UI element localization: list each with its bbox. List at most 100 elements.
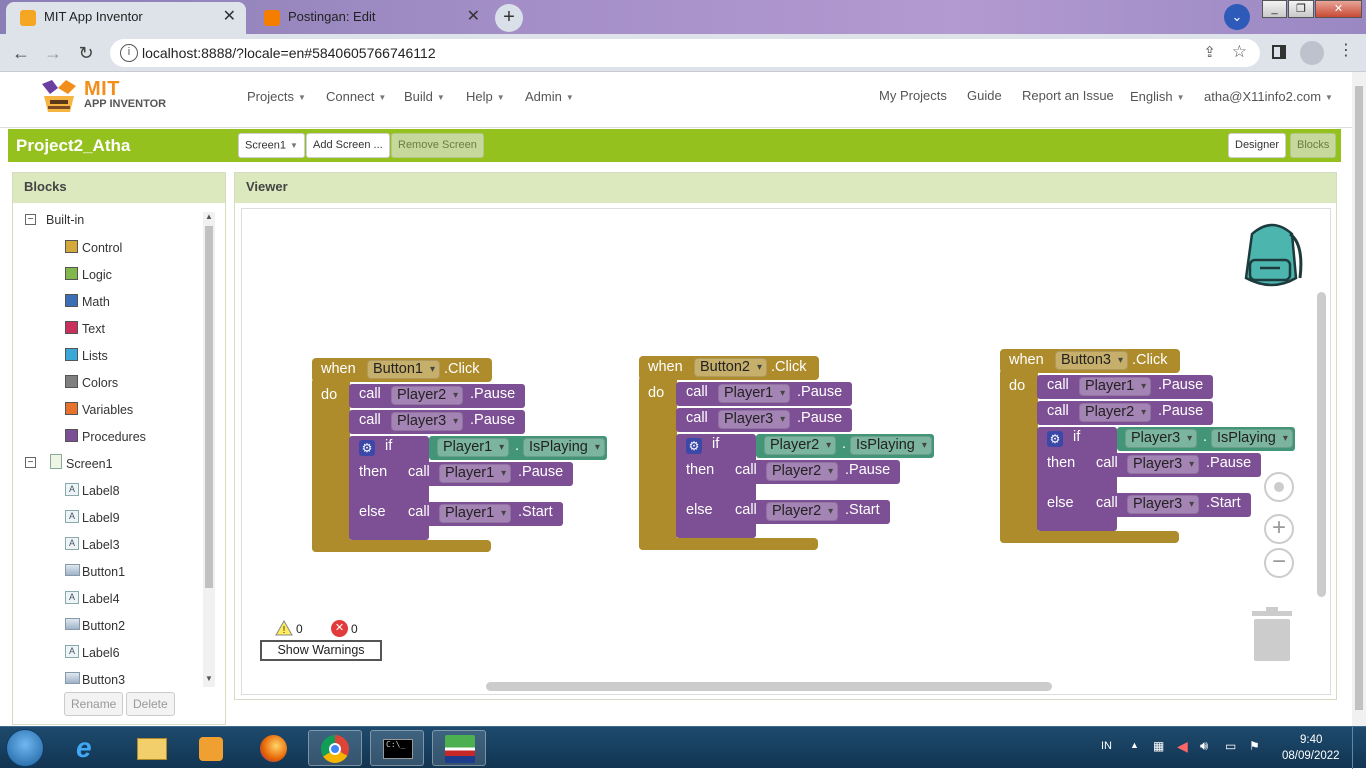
isplaying-getter-block[interactable]: Player1.IsPlaying — [429, 436, 607, 460]
tray-expand-icon[interactable]: ▲ — [1130, 740, 1139, 750]
tree-scroll-thumb[interactable] — [205, 226, 213, 588]
profile-avatar[interactable] — [1300, 41, 1324, 65]
player-dropdown[interactable]: Player1 — [718, 384, 791, 403]
mutator-gear-icon[interactable]: ⚙ — [686, 438, 702, 454]
remove-screen-button[interactable]: Remove Screen — [391, 133, 484, 158]
designer-button[interactable]: Designer — [1228, 133, 1287, 158]
player-dropdown[interactable]: Player3 — [1127, 455, 1200, 474]
drawer-lists[interactable]: Lists — [82, 349, 108, 363]
side-panel-icon[interactable] — [1272, 45, 1286, 59]
minimize-button[interactable]: _ — [1262, 0, 1287, 18]
taskbar-app-icon[interactable] — [432, 730, 486, 766]
tray-display-icon[interactable]: ▭ — [1225, 739, 1236, 753]
mit-logo-icon[interactable] — [36, 78, 82, 118]
component-label6[interactable]: Label6 — [82, 646, 120, 660]
workspace-v-scrollbar[interactable] — [1317, 292, 1326, 597]
menu-build[interactable]: Build ▼ — [404, 89, 445, 104]
player-dropdown[interactable]: Player2 — [391, 386, 464, 405]
player-dropdown[interactable]: Player2 — [1079, 403, 1152, 422]
event-block-button2-click[interactable]: whenButton2.ClickdocallPlayer1.Pausecall… — [639, 356, 939, 552]
call-pause-block[interactable]: call Player3 .Pause — [349, 410, 525, 434]
taskbar-explorer-icon[interactable] — [124, 730, 178, 766]
workspace-h-scrollbar[interactable] — [486, 682, 1052, 691]
call-pause-block[interactable]: call Player1 .Pause — [399, 462, 573, 486]
player-dropdown[interactable]: Player1 — [439, 504, 512, 523]
tree-screen1[interactable]: Screen1 — [66, 457, 113, 471]
drawer-logic[interactable]: Logic — [82, 268, 112, 282]
clock-date[interactable]: 08/09/2022 — [1282, 750, 1340, 762]
menu-projects[interactable]: Projects ▼ — [247, 89, 306, 104]
drawer-colors[interactable]: Colors — [82, 376, 118, 390]
property-dropdown[interactable]: IsPlaying — [1211, 429, 1293, 448]
url-field[interactable]: i localhost:8888/?locale=en#584060576674… — [110, 39, 1260, 67]
delete-button[interactable]: Delete — [126, 692, 175, 716]
page-scroll-thumb[interactable] — [1355, 86, 1363, 710]
maximize-button[interactable]: ❐ — [1288, 0, 1314, 18]
component-label3[interactable]: Label3 — [82, 538, 120, 552]
tree-builtin[interactable]: Built-in — [46, 213, 84, 227]
scroll-down-icon[interactable]: ▼ — [205, 674, 213, 683]
player-dropdown[interactable]: Player1 — [439, 464, 512, 483]
call-pause-block[interactable]: call Player3 .Pause — [676, 408, 852, 432]
add-screen-button[interactable]: Add Screen ... — [306, 133, 390, 158]
event-block-button3-click[interactable]: whenButton3.ClickdocallPlayer1.Pausecall… — [1000, 349, 1300, 545]
drawer-math[interactable]: Math — [82, 295, 110, 309]
component-label4[interactable]: Label4 — [82, 592, 120, 606]
menu-account[interactable]: atha@X11info2.com ▼ — [1204, 89, 1333, 104]
blocks-button[interactable]: Blocks — [1290, 133, 1337, 158]
call-start-block[interactable]: call Player2 .Start — [726, 500, 890, 524]
call-start-block[interactable]: call Player1 .Start — [399, 502, 563, 526]
isplaying-getter-block[interactable]: Player3.IsPlaying — [1117, 427, 1295, 451]
call-pause-block[interactable]: call Player1 .Pause — [676, 382, 852, 406]
player-dropdown[interactable]: Player3 — [718, 410, 791, 429]
component-button3[interactable]: Button3 — [82, 673, 125, 687]
component-button1[interactable]: Button1 — [82, 565, 125, 579]
page-scrollbar[interactable] — [1352, 72, 1366, 726]
menu-admin[interactable]: Admin ▼ — [525, 89, 574, 104]
language-indicator[interactable]: IN — [1101, 740, 1112, 752]
tree-scrollbar[interactable]: ▲ ▼ — [203, 212, 215, 687]
menu-language[interactable]: English ▼ — [1130, 89, 1185, 104]
zoom-out-icon[interactable]: − — [1264, 548, 1294, 578]
mutator-gear-icon[interactable]: ⚙ — [1047, 431, 1063, 447]
mutator-gear-icon[interactable]: ⚙ — [359, 440, 375, 456]
show-warnings-button[interactable]: Show Warnings — [260, 640, 382, 661]
property-dropdown[interactable]: IsPlaying — [523, 438, 605, 457]
player-dropdown[interactable]: Player2 — [764, 436, 837, 455]
link-my-projects[interactable]: My Projects — [879, 88, 947, 103]
player-dropdown[interactable]: Player3 — [391, 412, 464, 431]
tray-flag-icon[interactable]: ⚑ — [1249, 739, 1260, 753]
close-icon[interactable]: ✕ — [223, 2, 236, 32]
link-guide[interactable]: Guide — [967, 88, 1002, 103]
event-block-button1-click[interactable]: whenButton1.ClickdocallPlayer2.Pausecall… — [312, 358, 612, 554]
trash-icon[interactable] — [1252, 607, 1292, 661]
player-dropdown[interactable]: Player2 — [766, 502, 839, 521]
event-component-dropdown[interactable]: Button3 — [1055, 351, 1128, 370]
drawer-control[interactable]: Control — [82, 241, 122, 255]
window-close-button[interactable]: ✕ — [1315, 0, 1362, 18]
drawer-variables[interactable]: Variables — [82, 403, 133, 417]
collapse-toggle-icon[interactable]: − — [25, 214, 36, 225]
component-button2[interactable]: Button2 — [82, 619, 125, 633]
menu-connect[interactable]: Connect ▼ — [326, 89, 386, 104]
taskbar-chrome-icon[interactable] — [308, 730, 362, 766]
tray-network-icon[interactable]: ▦ — [1153, 739, 1164, 753]
component-label8[interactable]: Label8 — [82, 484, 120, 498]
menu-kebab-icon[interactable]: ⋮ — [1338, 40, 1354, 60]
component-label9[interactable]: Label9 — [82, 511, 120, 525]
tray-volume-muted-icon[interactable]: ◀ — [1177, 738, 1188, 755]
collapse-toggle-icon[interactable]: − — [25, 457, 36, 468]
call-pause-block[interactable]: call Player2 .Pause — [1037, 401, 1213, 425]
call-pause-block[interactable]: call Player3 .Pause — [1087, 453, 1261, 477]
start-button[interactable] — [6, 729, 44, 767]
link-report-issue[interactable]: Report an Issue — [1022, 88, 1114, 103]
call-pause-block[interactable]: call Player2 .Pause — [349, 384, 525, 408]
rename-button[interactable]: Rename — [64, 692, 124, 716]
taskbar-firefox-icon[interactable] — [246, 730, 300, 766]
player-dropdown[interactable]: Player3 — [1125, 429, 1198, 448]
share-icon[interactable]: ⇪ — [1203, 43, 1216, 61]
zoom-in-icon[interactable]: + — [1264, 514, 1294, 544]
site-info-icon[interactable]: i — [120, 44, 138, 62]
tab-search-button[interactable]: ⌄ — [1224, 4, 1250, 30]
event-component-dropdown[interactable]: Button1 — [367, 360, 440, 379]
